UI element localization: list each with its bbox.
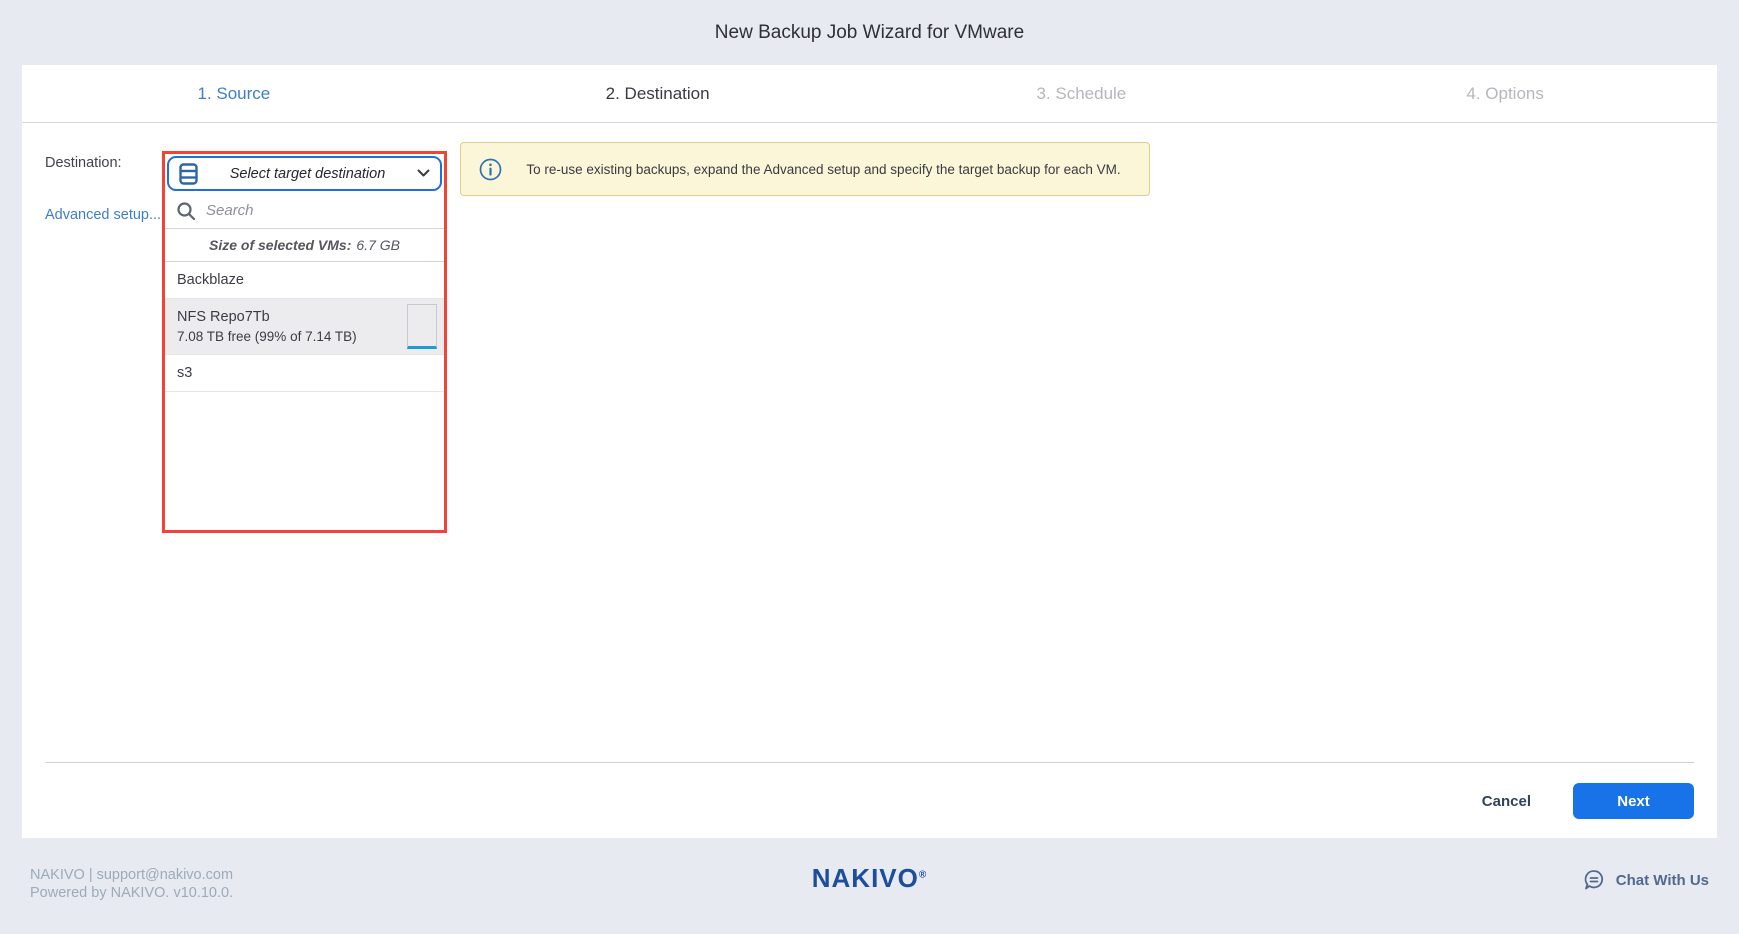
next-button[interactable]: Next xyxy=(1573,783,1694,819)
step-content: Destination: Advanced setup... Select ta… xyxy=(22,123,1717,838)
actions-bar: Cancel Next xyxy=(1482,783,1694,819)
list-item-s3[interactable]: s3 xyxy=(165,355,444,392)
step-options: 4. Options xyxy=(1293,65,1717,122)
cancel-button[interactable]: Cancel xyxy=(1482,793,1531,810)
list-item-detail: 7.08 TB free (99% of 7.14 TB) xyxy=(177,329,432,344)
list-item-name: NFS Repo7Tb xyxy=(177,309,432,325)
chat-bubble-icon xyxy=(1582,868,1606,892)
chat-with-us[interactable]: Chat With Us xyxy=(1582,868,1709,892)
list-item-backblaze[interactable]: Backblaze xyxy=(165,262,444,299)
wizard-card: 1. Source 2. Destination 3. Schedule 4. … xyxy=(22,65,1717,838)
footer-powered-line: Powered by NAKIVO. v10.10.0. xyxy=(30,884,233,902)
advanced-setup-link[interactable]: Advanced setup... xyxy=(45,207,161,223)
search-row xyxy=(165,193,444,229)
destination-label: Destination: xyxy=(45,155,122,171)
step-source[interactable]: 1. Source xyxy=(22,65,446,122)
chat-with-us-label: Chat With Us xyxy=(1616,872,1709,889)
chevron-down-icon xyxy=(417,169,430,178)
wizard-steps: 1. Source 2. Destination 3. Schedule 4. … xyxy=(22,65,1717,123)
step-schedule: 3. Schedule xyxy=(870,65,1294,122)
wizard-title: New Backup Job Wizard for VMware xyxy=(0,0,1739,65)
list-item-nfs-repo[interactable]: NFS Repo7Tb 7.08 TB free (99% of 7.14 TB… xyxy=(165,299,444,355)
repository-icon xyxy=(179,163,198,185)
nakivo-logo: NAKIVO® xyxy=(812,863,928,894)
info-banner-text: To re-use existing backups, expand the A… xyxy=(516,162,1131,177)
item-hover-box[interactable] xyxy=(407,304,437,349)
wizard-screen: New Backup Job Wizard for VMware 1. Sour… xyxy=(0,0,1739,934)
actions-divider xyxy=(45,762,1694,763)
info-banner: To re-use existing backups, expand the A… xyxy=(460,142,1150,196)
size-summary-label: Size of selected VMs: xyxy=(209,237,351,253)
target-destination-select[interactable]: Select target destination xyxy=(167,156,442,191)
search-icon xyxy=(176,201,196,221)
search-input[interactable] xyxy=(206,202,433,219)
size-summary-value: 6.7 GB xyxy=(356,237,400,253)
list-item-name: Backblaze xyxy=(177,272,432,288)
page-footer: NAKIVO | support@nakivo.com Powered by N… xyxy=(0,838,1739,934)
info-icon xyxy=(479,158,502,181)
footer-info: NAKIVO | support@nakivo.com Powered by N… xyxy=(30,866,233,902)
select-placeholder: Select target destination xyxy=(198,166,417,182)
registered-mark: ® xyxy=(919,869,927,880)
destination-picker: Select target destination xyxy=(162,151,447,533)
footer-support-line: NAKIVO | support@nakivo.com xyxy=(30,866,233,884)
list-item-name: s3 xyxy=(177,365,432,381)
size-summary: Size of selected VMs: 6.7 GB xyxy=(165,229,444,262)
step-destination: 2. Destination xyxy=(446,65,870,122)
